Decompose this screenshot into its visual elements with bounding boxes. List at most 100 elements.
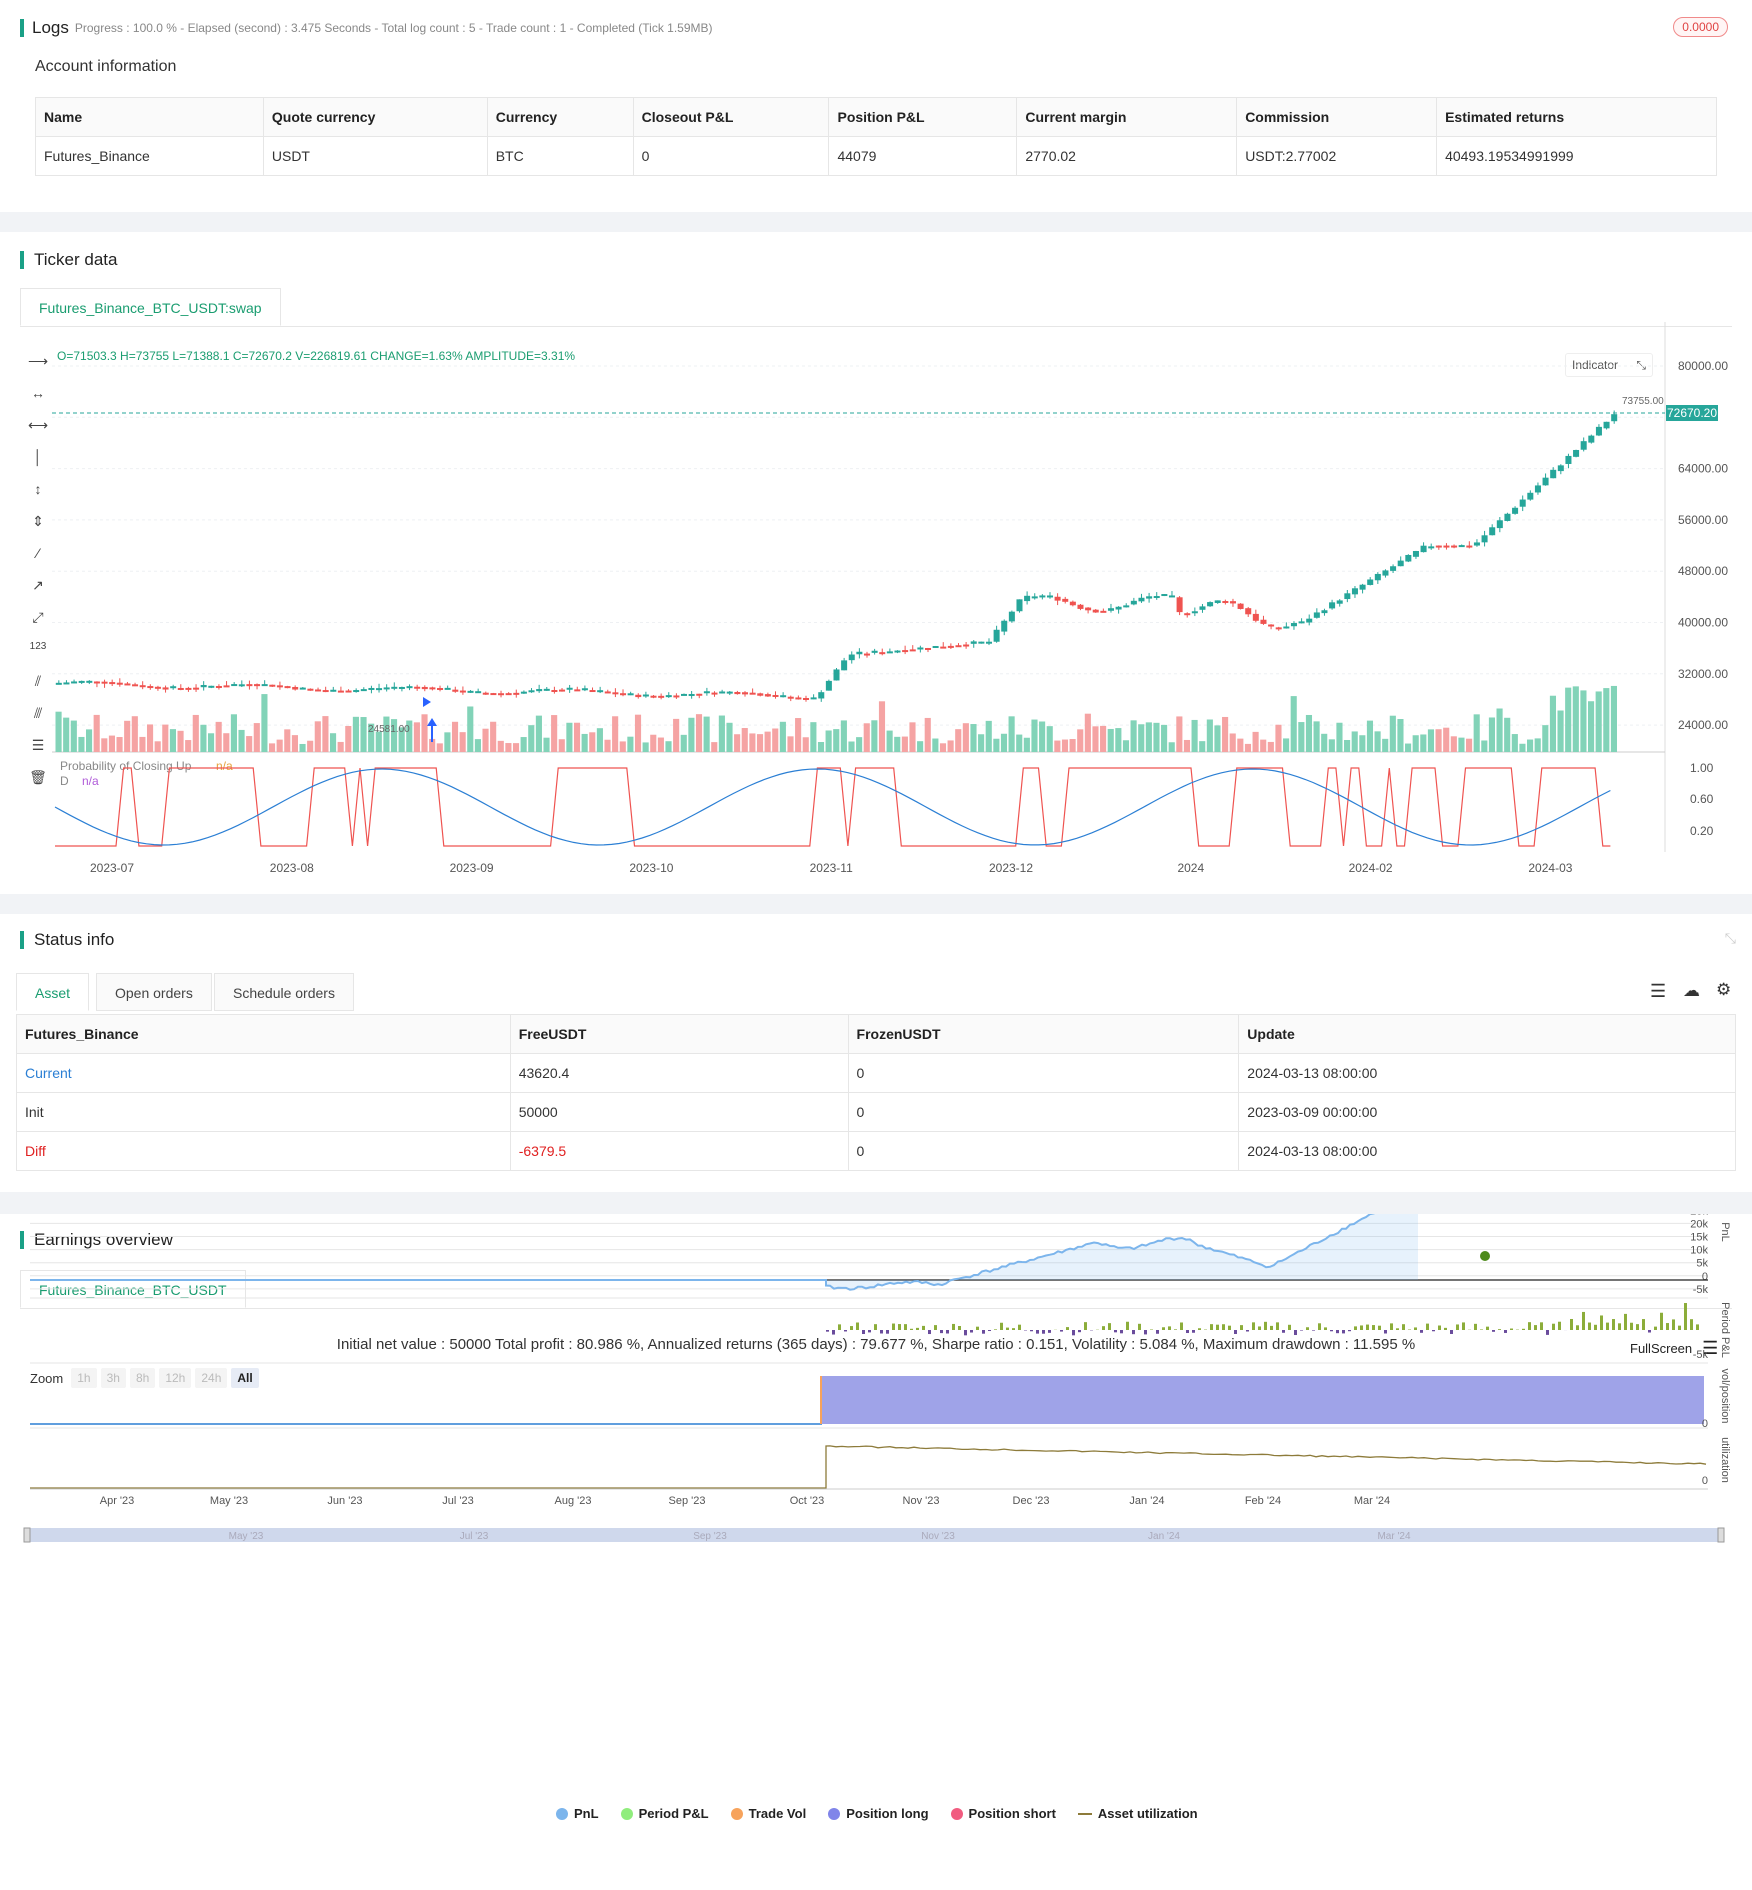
tab-earnings-symbol[interactable]: Futures_Binance_BTC_USDT	[20, 1270, 246, 1308]
candle-body	[1534, 485, 1541, 493]
volume-bar	[93, 714, 100, 752]
volume-bar	[1183, 739, 1191, 752]
volume-bar	[436, 743, 443, 752]
legend-item[interactable]: Position long	[828, 1806, 929, 1821]
candle-body	[505, 693, 512, 696]
tab-open-orders[interactable]: Open orders	[96, 973, 212, 1011]
ray-line-icon[interactable]: ↗	[28, 577, 48, 597]
tab-ticker-symbol[interactable]: Futures_Binance_BTC_USDT:swap	[20, 288, 281, 326]
extended-line-icon[interactable]: ⤢	[28, 609, 48, 629]
trash-icon[interactable]: 🗑	[28, 769, 48, 789]
period-bar	[1378, 1325, 1381, 1330]
candlestick-chart[interactable]: 80000.00 64000.00 56000.00 48000.00 40000.00…	[0, 232, 1752, 894]
legend-item[interactable]: Position short	[950, 1806, 1056, 1821]
volume-bar	[1336, 722, 1343, 752]
logs-badge[interactable]: 0.0000	[1673, 17, 1728, 37]
candle-body	[1191, 611, 1198, 614]
candle-body	[1016, 599, 1023, 612]
volume-bar	[146, 724, 154, 752]
navigator-tick-label: Nov '23	[921, 1531, 955, 1542]
volume-bar	[1000, 733, 1008, 752]
logs-title: Logs	[32, 18, 69, 37]
period-bar	[1108, 1323, 1111, 1330]
volume-bar	[1328, 739, 1335, 752]
period-bar	[826, 1330, 829, 1332]
volume-bar	[619, 741, 626, 752]
volume-bar	[1275, 724, 1282, 752]
cloud-download-icon[interactable]: ☁	[1683, 981, 1700, 1001]
horizontal-line-icon[interactable]: ⟶	[28, 353, 48, 373]
period-bar	[910, 1328, 913, 1330]
collapse-icon[interactable]: ⤡	[1725, 930, 1736, 947]
volume-bar	[451, 721, 459, 752]
list-icon[interactable]: ☰	[1650, 981, 1666, 1002]
volume-bar	[604, 739, 611, 752]
menu-icon[interactable]: ☰	[1702, 1338, 1718, 1359]
tab-schedule-orders[interactable]: Schedule orders	[214, 973, 354, 1011]
zoom-bar: Zoom 1h 3h 8h 12h 24h All	[30, 1368, 263, 1388]
vertical-line-icon[interactable]: │	[28, 449, 48, 469]
period-bar	[1282, 1330, 1285, 1333]
volume-bar	[726, 722, 733, 752]
sub-y-tick-label: 1.00	[1690, 761, 1714, 775]
x-tick-label: Nov '23	[903, 1495, 940, 1507]
candle-body	[963, 644, 970, 647]
candle-body	[719, 691, 726, 694]
period-bar	[1558, 1321, 1561, 1330]
volume-bar	[642, 742, 649, 752]
zoom-12h-button[interactable]: 12h	[159, 1368, 192, 1388]
candle-body	[1298, 621, 1305, 624]
trend-line-icon[interactable]: ⁄	[28, 545, 48, 565]
volume-bar	[871, 720, 878, 752]
price-label-icon[interactable]: 123	[28, 641, 48, 661]
legend-item[interactable]: Period P&L	[620, 1806, 709, 1821]
period-bar	[1018, 1324, 1021, 1330]
x-tick-label: Aug '23	[555, 1495, 592, 1507]
candle-body	[520, 691, 527, 694]
zoom-all-button[interactable]: All	[231, 1368, 259, 1388]
candle-body	[589, 690, 596, 693]
period-bar	[982, 1330, 985, 1334]
period-bar	[1174, 1329, 1177, 1330]
zoom-3h-button[interactable]: 3h	[100, 1368, 126, 1388]
parallel-channel-icon[interactable]: ⫽	[28, 673, 48, 693]
buy-arrow-head	[427, 718, 437, 726]
fullscreen-button[interactable]: FullScreen ☰	[1630, 1338, 1718, 1359]
table-cell: 2024-03-13 08:00:00	[1238, 1053, 1736, 1093]
table-cell: BTC	[486, 136, 634, 176]
expand-icon[interactable]: ⤡	[1636, 358, 1646, 373]
sub-y-tick-label: 0.20	[1690, 824, 1714, 838]
navigator-tick-label: Jul '23	[460, 1531, 489, 1542]
volume-bar	[764, 731, 771, 752]
last-price-label: 72670.20	[1667, 406, 1717, 420]
candle-body	[642, 694, 649, 697]
zoom-24h-button[interactable]: 24h	[195, 1368, 228, 1388]
period-bar	[1060, 1330, 1063, 1332]
candle-body	[1466, 545, 1473, 548]
period-bar	[1342, 1330, 1345, 1334]
legend-item[interactable]: Trade Vol	[730, 1806, 806, 1821]
indicator-button[interactable]: Indicator ⤡	[1565, 353, 1653, 377]
candle-body	[1092, 609, 1099, 613]
earnings-chart[interactable]: 40k35k30k25k20k15k10k5k0-5k-5k00PnLPerio…	[0, 1214, 1752, 1890]
fib-retracement-icon[interactable]: ☰	[28, 737, 48, 757]
horizontal-ray-icon[interactable]: ↔	[28, 385, 48, 405]
candle-body	[1321, 610, 1328, 614]
vertical-segment-icon[interactable]: ⇕	[28, 513, 48, 533]
settings-icon[interactable]: ⚙	[1716, 980, 1731, 1000]
legend-item[interactable]: Asset utilization	[1077, 1806, 1198, 1821]
zoom-1h-button[interactable]: 1h	[71, 1368, 97, 1388]
period-bar	[940, 1330, 943, 1334]
horizontal-segment-icon[interactable]: ⟷	[28, 417, 48, 437]
legend-item[interactable]: PnL	[556, 1806, 599, 1821]
vertical-ray-icon[interactable]: ↕	[28, 481, 48, 501]
candle-body	[559, 689, 566, 692]
table-cell: -6379.5	[509, 1131, 849, 1171]
volume-bar	[108, 735, 115, 752]
volume-bar	[1115, 728, 1122, 752]
tab-asset[interactable]: Asset	[16, 973, 90, 1011]
period-bar	[1396, 1328, 1399, 1330]
fib-channel-icon[interactable]: ⫻	[28, 705, 48, 725]
candle-body	[1428, 546, 1435, 549]
zoom-8h-button[interactable]: 8h	[129, 1368, 156, 1388]
